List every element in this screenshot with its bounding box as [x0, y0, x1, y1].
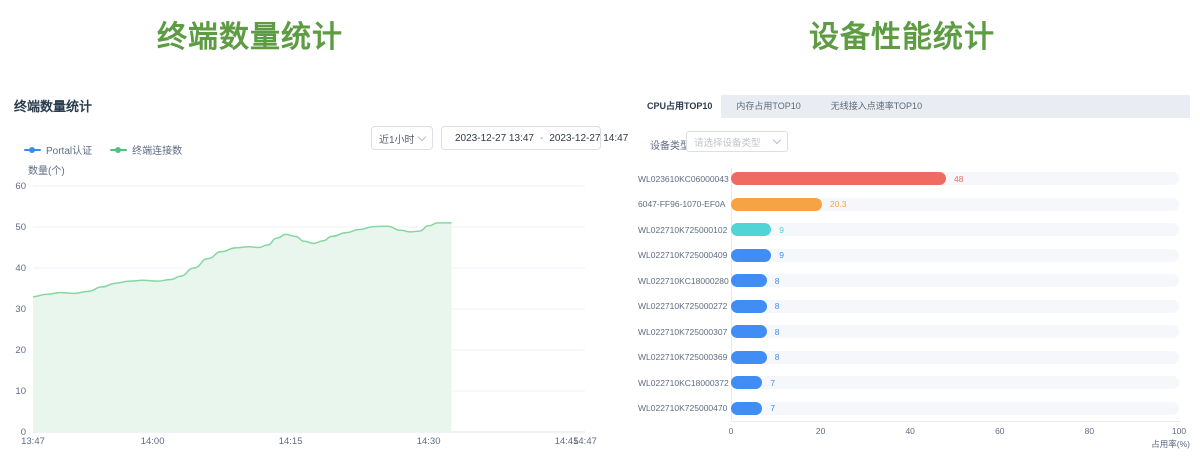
- bar-row: WL023610KC06000043 48: [638, 166, 1190, 192]
- x-tick-label: 40: [890, 426, 930, 436]
- x-tick-label: 20: [801, 426, 841, 436]
- bar-value-label: 9: [779, 225, 784, 235]
- bar: [731, 172, 946, 185]
- tab-CPU占用TOP10[interactable]: CPU占用TOP10: [638, 95, 721, 118]
- bar: [731, 274, 767, 287]
- bar: [731, 223, 771, 236]
- device-name-label: 6047-FF96-1070-EF0A: [638, 199, 731, 209]
- bar-value-label: 8: [775, 301, 780, 311]
- cpu-top10-bars: WL023610KC06000043 48 6047-FF96-1070-EF0A 2…: [638, 166, 1190, 421]
- x-tick-label: 14:30: [417, 436, 441, 447]
- bar-value-label: 48: [954, 174, 963, 184]
- x-tick-label: 14:47: [573, 436, 597, 447]
- bar-row: WL022710KC18000372 7: [638, 370, 1190, 396]
- device-type-label: 设备类型: [650, 137, 690, 152]
- bar-track: 20.3: [731, 198, 1179, 211]
- bar-track: 8: [731, 300, 1179, 313]
- bar-track: 48: [731, 172, 1179, 185]
- bar-track: 8: [731, 274, 1179, 287]
- device-name-label: WL022710K725000470: [638, 403, 731, 413]
- bar-value-label: 7: [770, 403, 775, 413]
- device-name-label: WL022710K725000272: [638, 301, 731, 311]
- x-tick-label: 14:15: [279, 436, 303, 447]
- y-tick-label: 20: [15, 345, 26, 356]
- device-name-label: WL022710KC18000280: [638, 276, 731, 286]
- right-section-title: 设备性能统计: [612, 12, 1192, 56]
- bar-value-label: 8: [775, 276, 780, 286]
- bar-row: WL022710K725000272 8: [638, 294, 1190, 320]
- bar-value-label: 8: [775, 327, 780, 337]
- device-name-label: WL022710K725000409: [638, 250, 731, 260]
- bar-row: WL022710K725000409 9: [638, 243, 1190, 269]
- bar: [731, 351, 767, 364]
- bar: [731, 325, 767, 338]
- bar-track: 7: [731, 402, 1179, 415]
- device-name-label: WL023610KC06000043: [638, 174, 731, 184]
- x-tick-label: 14:00: [141, 436, 165, 447]
- bar-track: 7: [731, 376, 1179, 389]
- performance-tabs: CPU占用TOP10内存占用TOP10无线接入点速率TOP10: [638, 95, 1190, 118]
- bar: [731, 249, 771, 262]
- x-tick-label: 0: [711, 426, 751, 436]
- y-tick-label: 60: [15, 181, 26, 192]
- device-name-label: WL022710K725000102: [638, 225, 731, 235]
- x-tick-label: 13:47: [21, 436, 45, 447]
- bar-chart-x-axis-line: [731, 421, 1180, 422]
- area-fill: [33, 223, 452, 432]
- bar-row: WL022710K725000102 9: [638, 217, 1190, 243]
- bar: [731, 198, 822, 211]
- bar: [731, 376, 762, 389]
- device-name-label: WL022710KC18000372: [638, 378, 731, 388]
- terminal-count-chart: 010203040506013:4714:0014:1514:3014:4514…: [0, 0, 600, 456]
- bar: [731, 402, 762, 415]
- bar-row: WL022710K725000369 8: [638, 345, 1190, 371]
- y-tick-label: 50: [15, 222, 26, 233]
- device-name-label: WL022710K725000369: [638, 352, 731, 362]
- y-tick-label: 10: [15, 386, 26, 397]
- y-tick-label: 30: [15, 304, 26, 315]
- device-type-select[interactable]: 请选择设备类型: [686, 131, 788, 152]
- x-tick-label: 100: [1159, 426, 1199, 436]
- tab-内存占用TOP10[interactable]: 内存占用TOP10: [721, 95, 815, 118]
- bar-row: WL022710K725000470 7: [638, 396, 1190, 422]
- bar-track: 8: [731, 325, 1179, 338]
- bar-track: 9: [731, 223, 1179, 236]
- bar-row: WL022710K725000307 8: [638, 319, 1190, 345]
- bar: [731, 300, 767, 313]
- bar-value-label: 20.3: [830, 199, 847, 209]
- bar-value-label: 8: [775, 352, 780, 362]
- x-axis-unit-label: 占用率(%): [1120, 438, 1190, 450]
- x-tick-label: 80: [1069, 426, 1109, 436]
- chevron-down-icon: [773, 136, 781, 144]
- x-tick-label: 60: [980, 426, 1020, 436]
- bar-value-label: 7: [770, 378, 775, 388]
- bar-row: WL022710KC18000280 8: [638, 268, 1190, 294]
- bar-value-label: 9: [779, 250, 784, 260]
- tab-无线接入点速率TOP10[interactable]: 无线接入点速率TOP10: [816, 95, 937, 118]
- device-name-label: WL022710K725000307: [638, 327, 731, 337]
- bar-row: 6047-FF96-1070-EF0A 20.3: [638, 192, 1190, 218]
- bar-track: 9: [731, 249, 1179, 262]
- bar-track: 8: [731, 351, 1179, 364]
- y-tick-label: 40: [15, 263, 26, 274]
- device-type-placeholder: 请选择设备类型: [694, 135, 761, 149]
- dashboard: 终端数量统计 设备性能统计 终端数量统计 近1小时 2023-12-27 13:…: [0, 0, 1200, 456]
